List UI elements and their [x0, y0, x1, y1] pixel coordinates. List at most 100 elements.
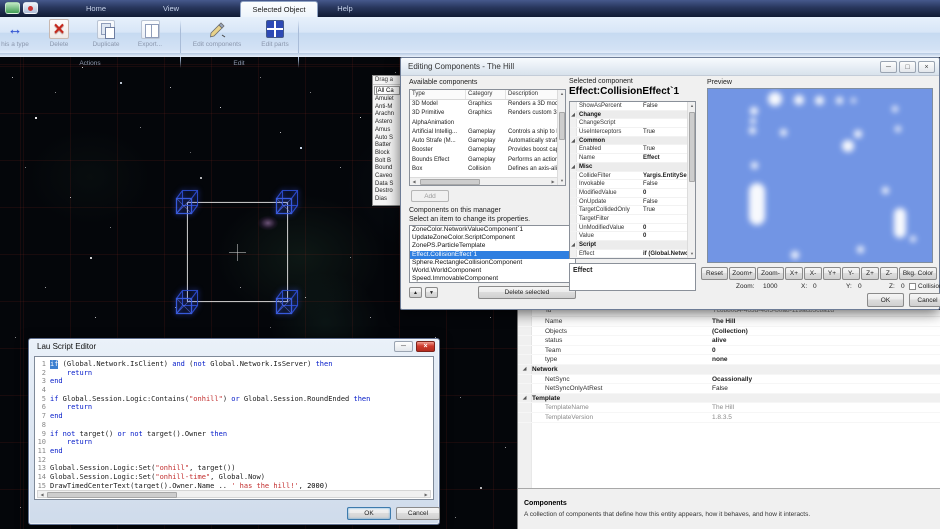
tab-selected-object[interactable]: Selected Object [240, 1, 318, 17]
duplicate-button[interactable]: Duplicate [82, 18, 130, 58]
preview-button-reset[interactable]: Reset [701, 267, 728, 280]
preview-button-y[interactable]: Y+ [823, 267, 841, 280]
table-body[interactable]: 3D ModelGraphicsRenders a 3D mode3D Prim… [410, 100, 557, 177]
list-item[interactable]: World.WorldComponent [410, 267, 575, 275]
cancel-button[interactable]: Cancel [396, 507, 440, 520]
delete-selected-button[interactable]: Delete selected [478, 286, 576, 299]
add-button[interactable]: Add [411, 190, 449, 202]
scrollbar-thumb[interactable] [420, 179, 480, 185]
preview-button-x[interactable]: X- [804, 267, 822, 280]
property-row[interactable]: statusalive [518, 336, 940, 346]
component-property-grid[interactable]: ShowAsPercentFalse◢ChangeChangeScriptUse… [569, 101, 696, 259]
edit-components-button[interactable]: Edit components [186, 18, 248, 58]
drag-panel-item[interactable]: Auto S [373, 135, 401, 143]
horizontal-scrollbar[interactable]: ◀ ▶ [37, 490, 431, 498]
drag-panel-item[interactable]: Destro [373, 188, 401, 196]
preview-canvas[interactable] [707, 88, 933, 263]
close-button[interactable]: × [918, 61, 935, 73]
preview-button-y[interactable]: Y- [842, 267, 860, 280]
table-header[interactable]: TypeCategoryDescription [410, 90, 557, 100]
table-row[interactable]: BoxCollisionDefines an axis-align [410, 165, 557, 174]
drag-panel-item[interactable]: Amus [373, 127, 401, 135]
preview-button-zoom[interactable]: Zoom+ [729, 267, 756, 280]
tab-view[interactable]: View [150, 1, 192, 17]
cancel-button[interactable]: Cancel [909, 293, 940, 307]
preview-button-z[interactable]: Z+ [861, 267, 879, 280]
quick-access-icon[interactable] [23, 2, 38, 14]
property-row[interactable]: TemplateNameThe Hill [518, 403, 940, 413]
selection-cube[interactable] [174, 189, 200, 215]
drag-panel-item[interactable]: Astero [373, 119, 401, 127]
property-group[interactable]: ◢Network [518, 365, 940, 375]
table-row[interactable]: AlphaAnimation [410, 119, 557, 128]
vertical-scrollbar[interactable]: ▲ ▼ [557, 90, 565, 185]
scrollbar-thumb[interactable] [559, 112, 565, 140]
property-row[interactable]: TargetFilter [570, 215, 695, 224]
scroll-left-icon[interactable]: ◀ [410, 178, 418, 186]
list-item[interactable]: UpdateZoneColor.ScriptComponent [410, 234, 575, 242]
property-row[interactable]: EnabledTrue [570, 145, 695, 154]
drag-panel-item[interactable]: Anti-M [373, 104, 401, 112]
table-row[interactable]: 3D ModelGraphicsRenders a 3D mode [410, 100, 557, 109]
table-row[interactable]: BoosterGameplayProvides boost caps [410, 146, 557, 155]
export-button[interactable]: Export... [128, 18, 172, 58]
table-row[interactable]: Auto Strafe (M...GameplayAutomatically s… [410, 137, 557, 146]
move-up-button[interactable]: ▲ [409, 287, 422, 298]
horizontal-scrollbar[interactable]: ◀ ▶ [410, 177, 557, 185]
category-filter-dropdown[interactable]: [All Ca [374, 86, 400, 95]
list-item[interactable]: Effect.CollisionEffect`1 [410, 251, 575, 259]
drag-panel-item[interactable]: Block [373, 150, 401, 158]
property-group[interactable]: ◢Misc [570, 163, 695, 172]
list-item[interactable]: Sphere.RectangleCollisionComponent [410, 259, 575, 267]
property-row[interactable]: Team0 [518, 346, 940, 356]
available-components-table[interactable]: TypeCategoryDescription 3D ModelGraphics… [409, 89, 566, 186]
manager-component-list[interactable]: ZoneColor.NetworkValueComponent`1UpdateZ… [409, 225, 576, 283]
property-row[interactable]: ModifiedValue0 [570, 189, 695, 198]
column-header-category[interactable]: Category [466, 90, 506, 99]
maximize-button[interactable]: □ [899, 61, 916, 73]
preview-button-x[interactable]: X+ [785, 267, 803, 280]
property-row[interactable]: typenone [518, 355, 940, 365]
scroll-down-icon[interactable]: ▼ [688, 250, 696, 258]
list-item[interactable]: ZonePS.ParticleTemplate [410, 242, 575, 250]
table-row[interactable]: 3D PrimitiveGraphicsRenders custom 3D [410, 109, 557, 118]
edit-parts-button[interactable]: Edit parts [250, 18, 300, 58]
preview-button-z[interactable]: Z- [880, 267, 898, 280]
property-row[interactable]: Value0 [570, 232, 695, 241]
ok-button[interactable]: OK [347, 507, 391, 520]
script-editor-title-bar[interactable]: Lau Script Editor [29, 339, 439, 355]
property-row[interactable]: NetSyncOcassionally [518, 375, 940, 385]
property-row[interactable]: NameThe Hill [518, 317, 940, 327]
preview-button-zoom[interactable]: Zoom- [757, 267, 784, 280]
preview-button-bkg-color[interactable]: Bkg. Color [899, 267, 937, 280]
property-row-id[interactable]: Id 7c6b80d4-463d-46f5-b0a8-119acb5c8a1d [518, 310, 940, 317]
vertical-scrollbar[interactable]: ▲ ▼ [687, 102, 695, 258]
property-row[interactable]: ShowAsPercentFalse [570, 102, 695, 111]
property-row[interactable]: NameEffect [570, 154, 695, 163]
delete-button[interactable]: × Delete [36, 18, 82, 58]
list-item[interactable]: Speed.ImmovableComponent [410, 275, 575, 283]
drag-panel-item[interactable]: Batter [373, 142, 401, 150]
selection-cube[interactable] [274, 289, 300, 315]
property-group[interactable]: ◢Common [570, 137, 695, 146]
ok-button[interactable]: OK [867, 293, 904, 307]
scroll-right-icon[interactable]: ▶ [422, 491, 430, 499]
drag-panel-item[interactable]: Data S [373, 181, 401, 189]
dialog-title-bar[interactable]: Editing Components - The Hill [401, 58, 939, 76]
table-row[interactable]: Bounds EffectGameplayPerforms an action … [410, 156, 557, 165]
drag-panel-item[interactable]: Arachn [373, 111, 401, 119]
property-row[interactable]: CollideFilterYargis.EntitySelecto [570, 172, 695, 181]
minimize-button[interactable]: ─ [394, 341, 413, 352]
drag-panel-item[interactable]: Amulet [373, 96, 401, 104]
property-row[interactable]: NetSyncOnlyAtRestFalse [518, 384, 940, 394]
property-group[interactable]: ◢Template [518, 394, 940, 404]
tab-help[interactable]: Help [325, 1, 365, 17]
scroll-left-icon[interactable]: ◀ [38, 491, 46, 499]
list-item[interactable]: ZoneColor.NetworkValueComponent`1 [410, 226, 575, 234]
scroll-right-icon[interactable]: ▶ [549, 178, 557, 186]
property-row[interactable]: Effectif (Global.Network.I [570, 250, 695, 259]
close-button[interactable]: × [416, 341, 435, 352]
collisions-checkbox[interactable] [909, 283, 916, 290]
minimize-button[interactable]: ─ [880, 61, 897, 73]
property-group[interactable]: ◢Change [570, 111, 695, 120]
